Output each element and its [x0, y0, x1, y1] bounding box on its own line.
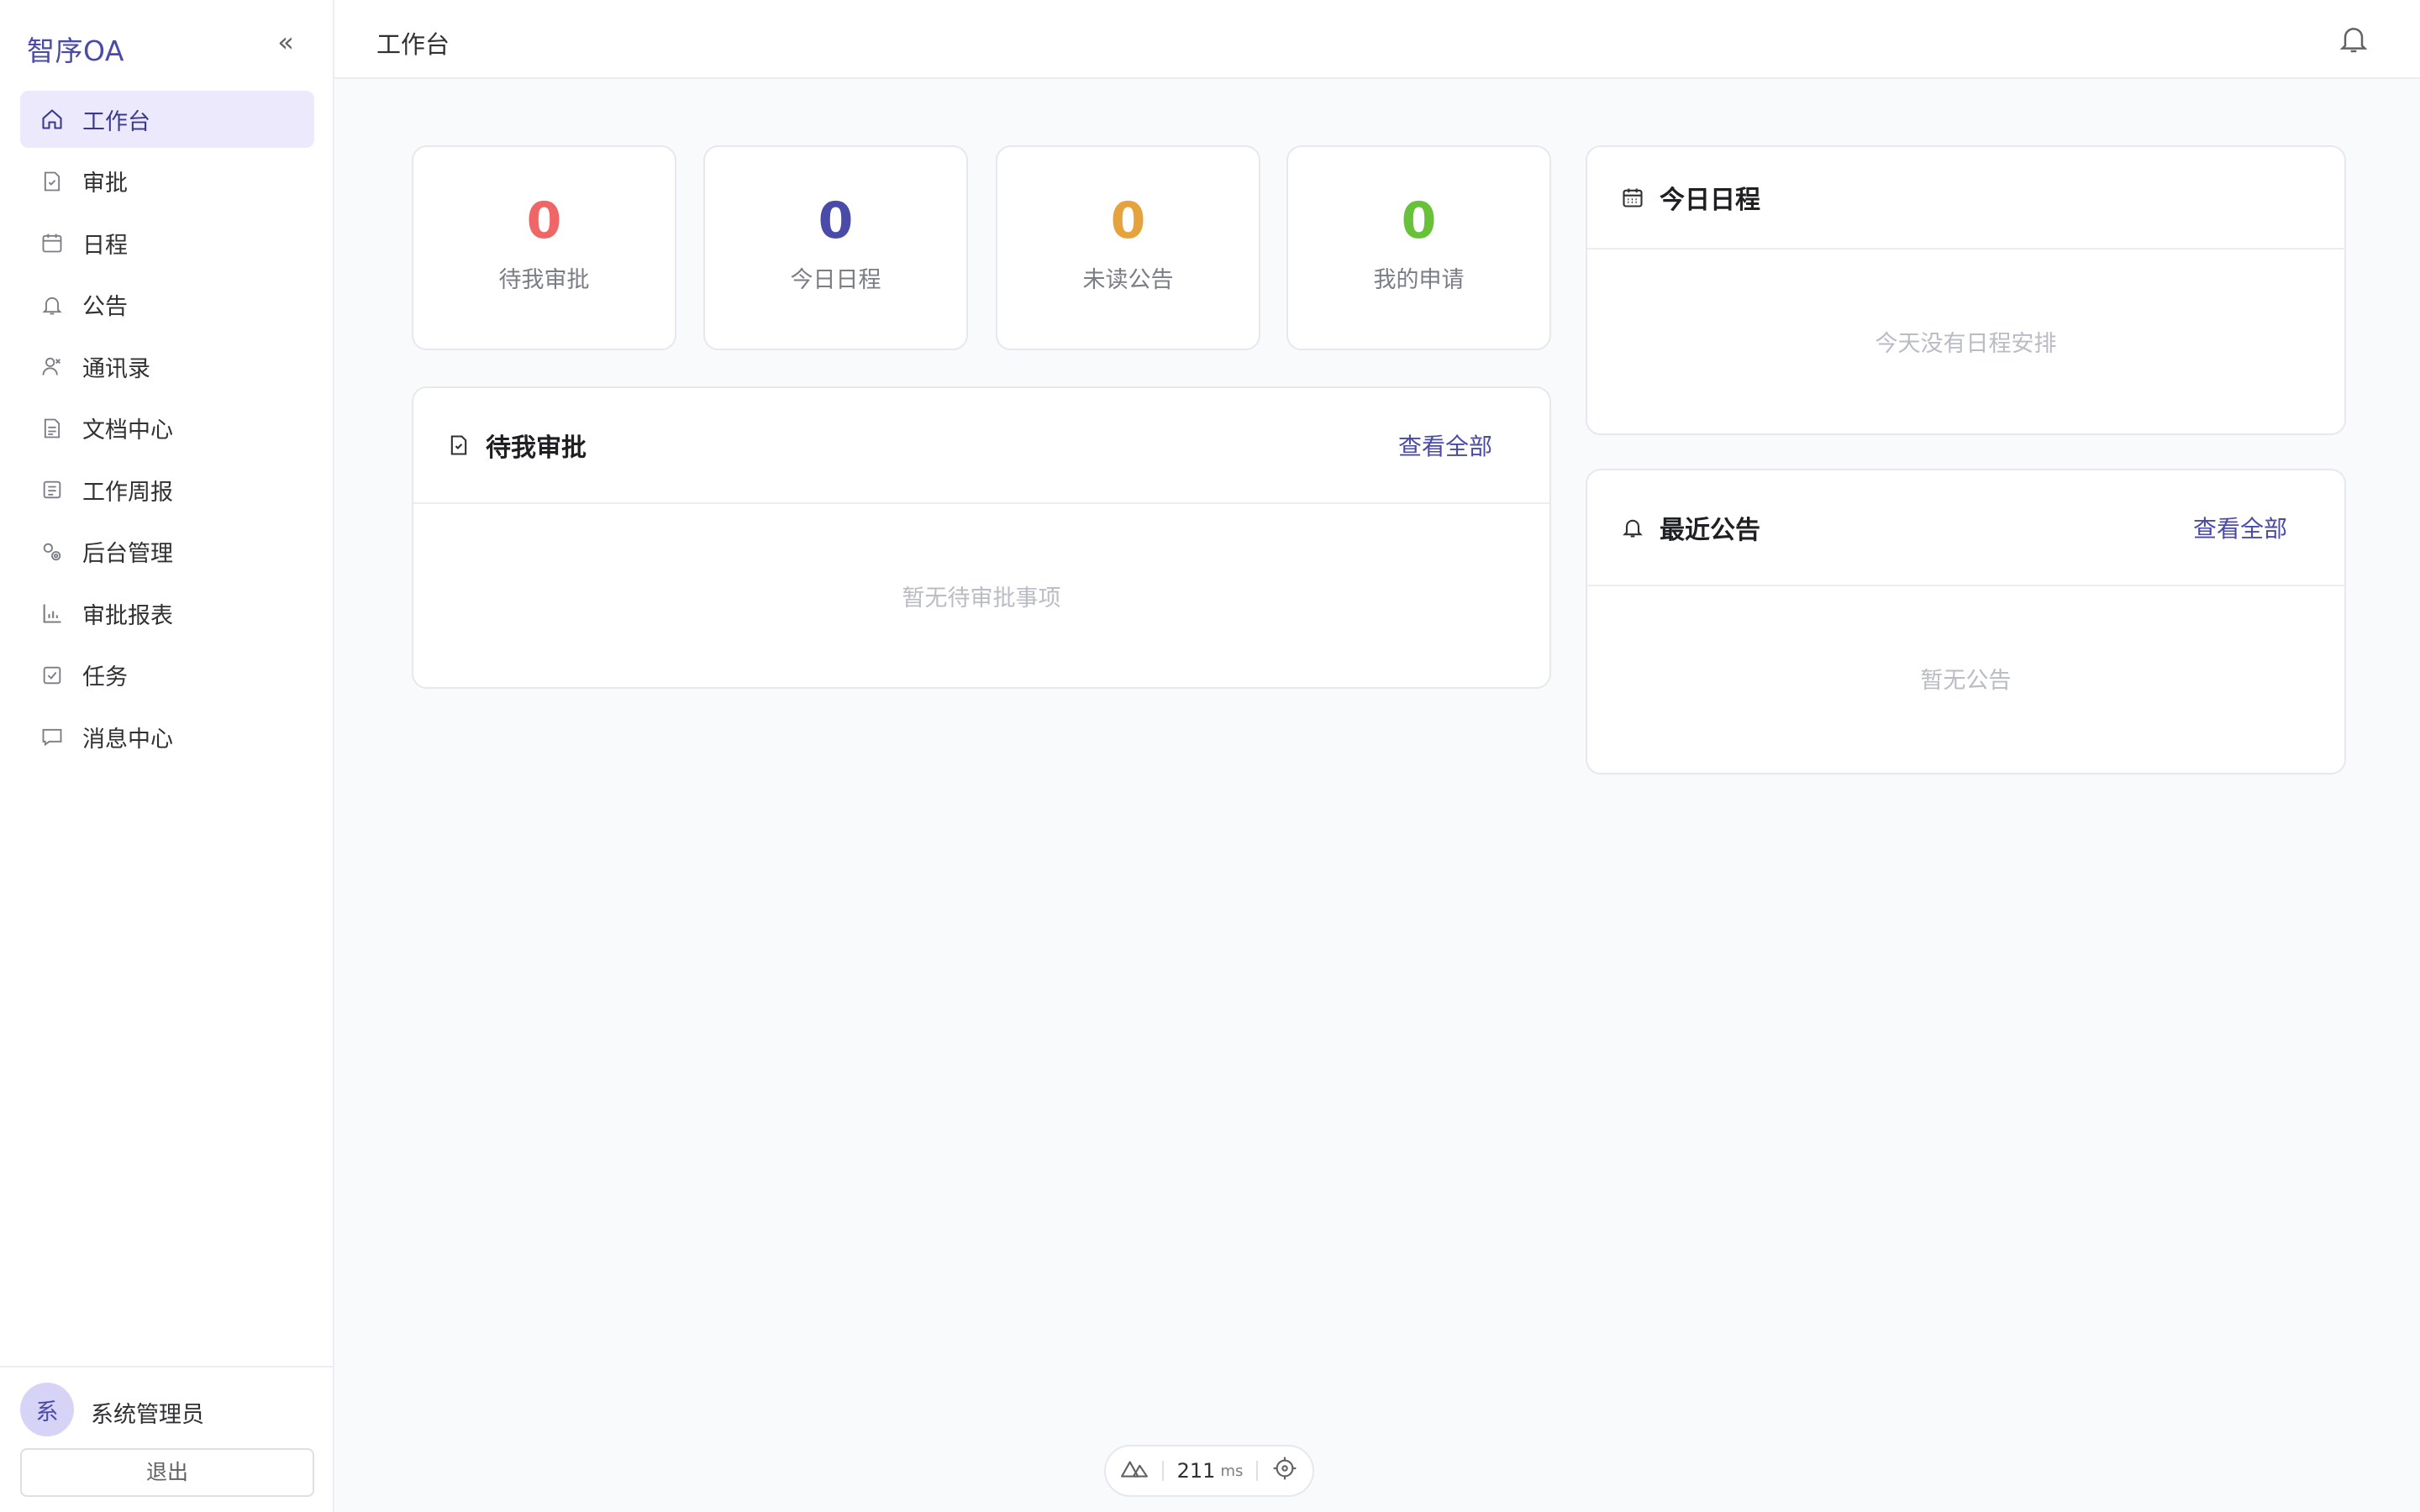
empty-state-text: 今天没有日程安排 [1875, 331, 2057, 357]
render-time-unit: ms [1220, 1462, 1244, 1480]
logout-button[interactable]: 退出 [20, 1448, 314, 1497]
page-title: 工作台 [376, 30, 450, 59]
recent-notices-panel: 最近公告 查看全部 暂无公告 [1586, 469, 2346, 774]
bell-icon [39, 291, 66, 318]
sidebar-item-tasks[interactable]: 任务 [20, 647, 314, 704]
panel-header: 最近公告 查看全部 [1587, 470, 2344, 586]
sidebar-item-label: 工作台 [82, 108, 150, 135]
stat-card-today-schedule[interactable]: 0 今日日程 [703, 145, 968, 350]
pending-approval-panel: 待我审批 查看全部 暂无待审批事项 [412, 386, 1551, 689]
divider [1161, 1461, 1164, 1481]
collapse-sidebar-button[interactable]: « [271, 25, 301, 59]
notification-bell-icon[interactable] [2337, 22, 2370, 57]
sidebar-item-label: 日程 [82, 232, 128, 259]
sidebar-item-weekly-report[interactable]: 工作周报 [20, 461, 314, 518]
sidebar-item-label: 文档中心 [82, 417, 173, 444]
sidebar-item-documents[interactable]: 文档中心 [20, 400, 314, 457]
stat-card-my-applications[interactable]: 0 我的申请 [1286, 145, 1551, 350]
stat-card-unread-notices[interactable]: 0 未读公告 [996, 145, 1260, 350]
document-icon [39, 415, 66, 442]
sidebar-item-admin[interactable]: 后台管理 [20, 523, 314, 580]
sidebar-nav: 工作台 审批 日程 公告 通讯录 文档中心 工作周报 后台管理 审批报表 任务 … [20, 91, 314, 770]
render-time: 211 [1176, 1459, 1216, 1483]
panel-title: 今日日程 [1660, 186, 1760, 215]
brand-logo: 智序OA [27, 34, 124, 67]
sidebar-item-notice[interactable]: 公告 [20, 276, 314, 333]
panel-header: 待我审批 查看全部 [413, 388, 1549, 504]
view-all-link[interactable]: 查看全部 [2193, 511, 2287, 544]
top-header: 工作台 [334, 0, 2420, 79]
sidebar-item-messages[interactable]: 消息中心 [20, 708, 314, 765]
sidebar-item-workbench[interactable]: 工作台 [20, 91, 314, 148]
stat-label: 今日日程 [790, 267, 881, 293]
calendar-icon [39, 229, 66, 256]
home-icon [39, 106, 66, 133]
sidebar-item-label: 审批 [82, 171, 128, 197]
view-all-link[interactable]: 查看全部 [1398, 428, 1492, 462]
sidebar-item-schedule[interactable]: 日程 [20, 214, 314, 271]
user-panel: 系 系统管理员 退出 [0, 1366, 333, 1512]
admin-settings-icon [39, 538, 66, 565]
stat-card-pending-approval[interactable]: 0 待我审批 [412, 145, 676, 350]
sidebar-item-label: 通讯录 [82, 355, 150, 382]
panel-header: 今日日程 [1587, 147, 2344, 249]
calendar-icon [1621, 185, 1646, 210]
stat-value: 0 [1110, 192, 1146, 250]
sidebar-item-label: 工作周报 [82, 479, 173, 506]
bell-icon [1621, 515, 1646, 540]
stat-value: 0 [526, 192, 562, 250]
divider [1256, 1461, 1259, 1481]
dev-toolbar[interactable]: 211 ms [1104, 1445, 1314, 1497]
sidebar-item-contacts[interactable]: 通讯录 [20, 338, 314, 395]
nuxt-logo-icon[interactable] [1120, 1458, 1149, 1483]
approval-doc-icon [447, 433, 472, 458]
sidebar-item-label: 消息中心 [82, 726, 173, 753]
contacts-icon [39, 353, 66, 380]
stat-value: 0 [818, 192, 854, 250]
stat-label: 我的申请 [1373, 267, 1465, 293]
sidebar-item-label: 公告 [82, 294, 128, 320]
sidebar-item-approval-report[interactable]: 审批报表 [20, 585, 314, 642]
inspect-target-icon[interactable] [1271, 1455, 1298, 1487]
avatar[interactable]: 系 [20, 1383, 74, 1436]
today-schedule-panel: 今日日程 今天没有日程安排 [1586, 145, 2346, 435]
panel-title: 待我审批 [486, 433, 587, 463]
sidebar: 智序OA « 工作台 审批 日程 公告 通讯录 文档中心 工作周报 后台管理 审… [0, 0, 334, 1512]
stat-label: 未读公告 [1082, 267, 1174, 293]
panel-title: 最近公告 [1660, 516, 1760, 545]
bar-chart-icon [39, 600, 66, 627]
empty-state-text: 暂无公告 [1920, 668, 2012, 694]
sidebar-item-label: 任务 [82, 664, 128, 690]
report-list-icon [39, 476, 66, 503]
sidebar-item-label: 审批报表 [82, 602, 173, 629]
user-name: 系统管理员 [91, 1402, 204, 1428]
empty-state-text: 暂无待审批事项 [902, 585, 1061, 612]
approval-doc-icon [39, 168, 66, 195]
stat-label: 待我审批 [498, 267, 590, 293]
sidebar-item-approval[interactable]: 审批 [20, 153, 314, 210]
stat-value: 0 [1401, 192, 1437, 250]
message-icon [39, 723, 66, 750]
task-check-icon [39, 662, 66, 689]
sidebar-item-label: 后台管理 [82, 541, 173, 567]
